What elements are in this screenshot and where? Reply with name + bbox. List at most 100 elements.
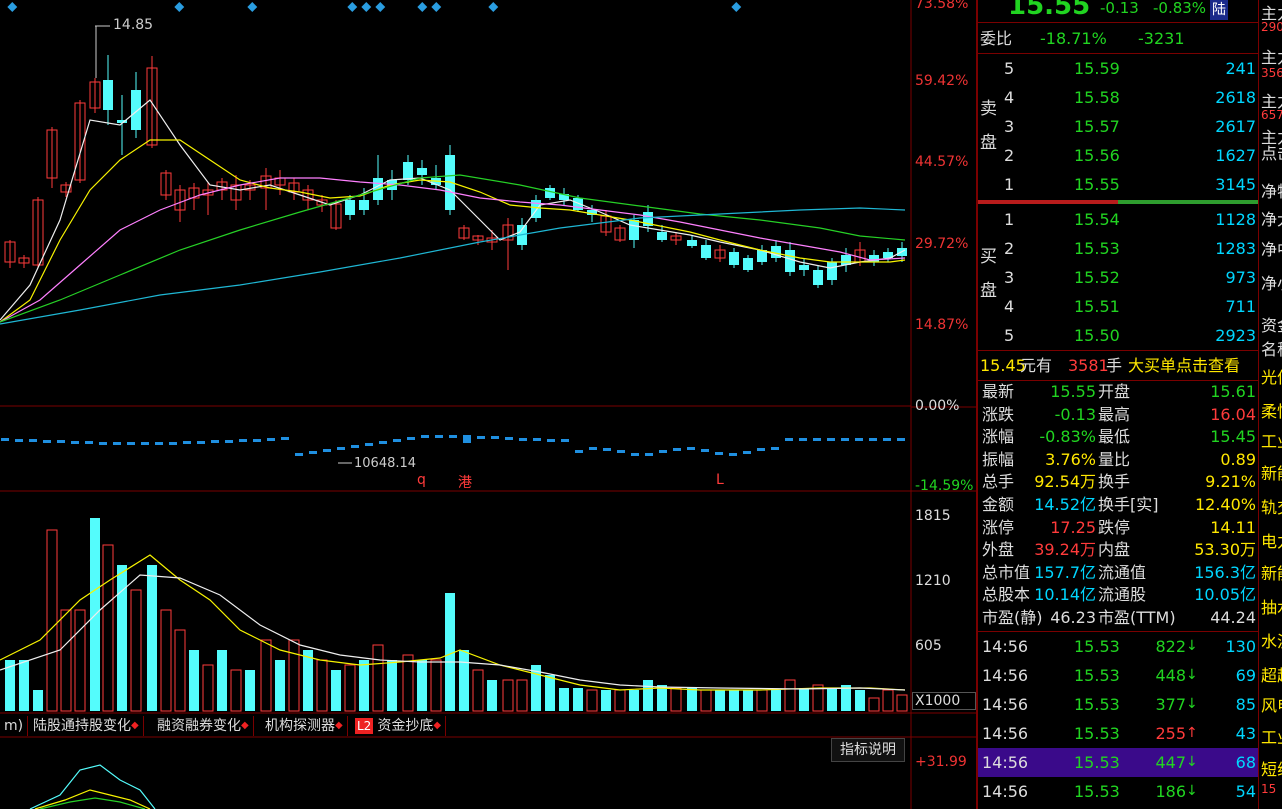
stat-label: 最低	[1098, 427, 1131, 447]
stat-label: 跌停	[1098, 517, 1131, 537]
orderbook-row-sell[interactable]: 4 15.58 2618	[978, 83, 1258, 112]
order-price: 15.55	[1074, 175, 1120, 194]
index-mini-candle	[239, 439, 247, 442]
stat-label: 量比	[1098, 449, 1131, 469]
volume-bar	[729, 690, 739, 711]
orderbook-row-buy[interactable]: 3 15.52 973	[978, 263, 1258, 292]
tick-count: 43	[1235, 724, 1256, 743]
indicator-help-button[interactable]: 指标说明	[831, 738, 905, 762]
connect-tag[interactable]: 陆	[1210, 0, 1228, 20]
stat-value: 3.76%	[1045, 449, 1096, 469]
tab-indicator-m[interactable]: m)	[0, 716, 29, 736]
big-buy-link[interactable]: 大买单点击查看	[1128, 351, 1240, 380]
stat-value: 15.45	[1210, 427, 1256, 447]
orderbook-row-buy[interactable]: 5 15.50 2923	[978, 321, 1258, 350]
order-price: 15.57	[1074, 117, 1120, 136]
tick-row[interactable]: 14:56 15.53 377 ↓ 85	[978, 690, 1258, 719]
volume-bar	[33, 690, 43, 711]
orderbook-row-sell[interactable]: 1 15.55 3145	[978, 170, 1258, 199]
volume-bar	[784, 679, 796, 712]
volume-bar	[771, 690, 781, 711]
index-mini-candle	[351, 445, 359, 448]
side-strip-text: 290	[1261, 20, 1282, 34]
volume-bar	[487, 680, 497, 711]
tick-row[interactable]: 14:56 15.53 186 ↓ 54	[978, 777, 1258, 806]
tick-row[interactable]: 14:56 15.53 448 ↓ 69	[978, 661, 1258, 690]
stat-value: 39.24万	[1034, 540, 1096, 560]
tick-row[interactable]: 14:56 15.53 447 ↓ 68	[978, 748, 1258, 777]
order-price: 15.53	[1074, 239, 1120, 258]
candle-body	[103, 80, 113, 110]
index-mini-candle	[477, 436, 485, 439]
volume-bar	[202, 664, 214, 712]
index-mini-candle	[855, 438, 863, 441]
indicator-axis-tick: +31.99	[915, 754, 967, 770]
index-mini-candle	[533, 438, 541, 441]
index-mini-candle	[701, 449, 709, 452]
tab-capital-bottom[interactable]: L2 资金抄底◆	[351, 716, 447, 736]
order-price: 15.54	[1074, 210, 1120, 229]
tick-count: 54	[1235, 782, 1256, 801]
index-mini-candle	[295, 453, 303, 456]
stat-value: 14.11	[1210, 517, 1256, 537]
stat-label: 流通值	[1098, 562, 1147, 582]
side-strip-text: 主力	[1261, 48, 1282, 67]
order-price: 15.51	[1074, 297, 1120, 316]
tab-dot-icon: ◆	[335, 720, 343, 731]
side-strip-text: 净大	[1261, 210, 1282, 229]
orderbook-row-buy[interactable]: 4 15.51 711	[978, 292, 1258, 321]
side-strip-text: 超超	[1261, 666, 1282, 685]
index-mini-candle	[547, 439, 555, 442]
candle-body	[657, 232, 667, 240]
side-strip-text: 资金	[1261, 316, 1282, 335]
volume-bar	[260, 639, 272, 712]
tick-time: 14:56	[982, 753, 1029, 772]
order-volume: 973	[1225, 268, 1256, 287]
volume-bar	[700, 689, 712, 712]
tick-price: 15.53	[1074, 637, 1120, 656]
tick-time: 14:56	[982, 666, 1029, 685]
tick-time: 14:56	[982, 782, 1029, 801]
volume-bar	[230, 669, 242, 712]
price-axis-tick: 29.72%	[915, 236, 969, 252]
volume-bar	[147, 565, 157, 711]
tick-price: 15.53	[1074, 753, 1120, 772]
order-level: 2	[1004, 239, 1015, 258]
volume-bar	[130, 589, 142, 712]
orderbook-row-sell[interactable]: 2 15.56 1627	[978, 141, 1258, 170]
candle-body	[729, 252, 739, 265]
tick-count: 68	[1235, 753, 1256, 772]
tab-margin-trading[interactable]: 融资融券变化◆	[153, 716, 254, 736]
event-diamond-icon	[361, 2, 372, 12]
order-volume: 711	[1225, 297, 1256, 316]
volume-bar	[189, 650, 199, 711]
kline-chart-area[interactable]: 73.58% 59.42% 44.57% 29.72% 14.87% 0.00%…	[0, 0, 976, 809]
orderbook-row-buy[interactable]: 2 15.53 1283	[978, 234, 1258, 263]
tab-institution-detector[interactable]: 机构探测器◆	[261, 716, 348, 736]
big-buy-row[interactable]: 15.45 元有 3581 手 大买单点击查看	[978, 351, 1258, 380]
volume-bar	[657, 685, 667, 711]
orderbook-row-buy[interactable]: 1 15.54 1128	[978, 205, 1258, 234]
stat-value: -0.83%	[1039, 427, 1096, 447]
order-level: 3	[1004, 268, 1015, 287]
tab-lgt-holding[interactable]: 陆股通持股变化◆	[29, 716, 144, 736]
price-axis-tick: 73.58%	[915, 0, 969, 12]
index-mini-candle	[799, 438, 807, 441]
orderbook-row-sell[interactable]: 5 15.59 241	[978, 54, 1258, 83]
index-mini-candle	[253, 439, 261, 442]
tick-row[interactable]: 14:56 15.53 255 ↑ 43	[978, 719, 1258, 748]
volume-bar	[74, 609, 86, 712]
stats-row: 涨停 17.25 跌停 14.11	[978, 517, 1258, 539]
index-mini-candle	[575, 450, 583, 453]
event-diamond-icon	[347, 2, 358, 12]
stat-value: 53.30万	[1194, 540, 1256, 560]
index-mini-candle	[589, 447, 597, 450]
order-price: 15.58	[1074, 88, 1120, 107]
arrow-down-icon: ↓	[1186, 754, 1198, 770]
kline-chart-svg[interactable]	[0, 0, 976, 809]
tick-row[interactable]: 14:56 15.53 822 ↓ 130	[978, 632, 1258, 661]
price-axis-tick: 59.42%	[915, 73, 969, 89]
orderbook-row-sell[interactable]: 3 15.57 2617	[978, 112, 1258, 141]
low-index-label: 10648.14	[354, 456, 417, 471]
index-mini-candle	[309, 451, 317, 454]
